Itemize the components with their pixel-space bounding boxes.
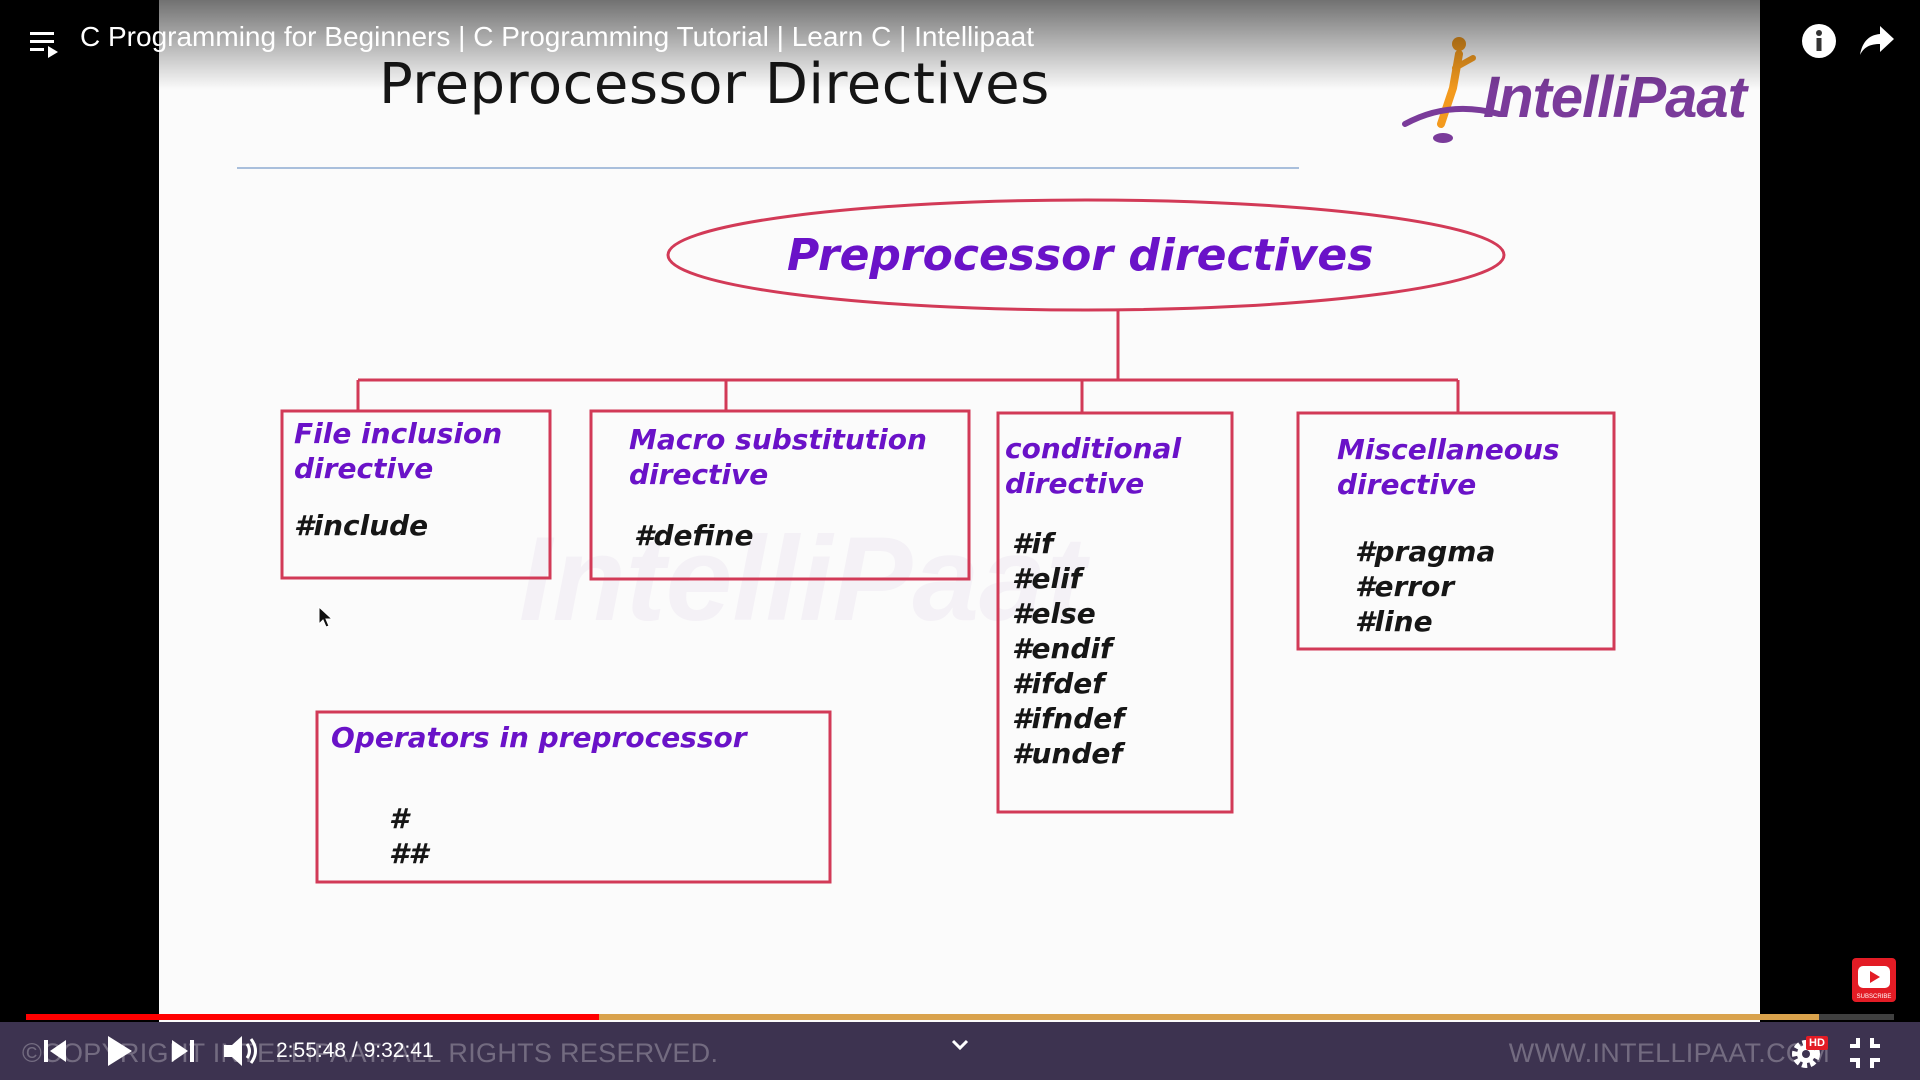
website-watermark: WWW.INTELLIPAAT.COM xyxy=(1508,1038,1830,1068)
directive-item: #endif xyxy=(1012,632,1113,665)
directive-item: #error xyxy=(1355,570,1455,603)
directive-item: #ifndef xyxy=(1012,702,1125,735)
file-inclusion-heading: File inclusion directive xyxy=(294,416,502,486)
conditional-heading: conditional directive xyxy=(1005,431,1181,501)
share-icon[interactable] xyxy=(1858,24,1896,58)
directive-item: #if xyxy=(1012,527,1054,560)
slide: Preprocessor Directives IntelliPaat Inte… xyxy=(159,0,1760,1022)
video-title[interactable]: C Programming for Beginners | C Programm… xyxy=(80,21,1034,53)
macro-items: #define xyxy=(634,518,753,553)
misc-heading: Miscellaneous directive xyxy=(1337,432,1560,502)
directive-item: #pragma xyxy=(1355,535,1496,568)
playlist-icon[interactable] xyxy=(28,28,60,58)
directive-item: #define xyxy=(634,519,754,552)
heading-line: directive xyxy=(1337,468,1477,501)
heading-line: Operators in preprocessor xyxy=(331,721,747,754)
heading-line: Miscellaneous xyxy=(1337,433,1560,466)
subscribe-label: SUBSCRIBE xyxy=(1856,994,1892,1000)
next-icon[interactable] xyxy=(168,1038,196,1064)
directive-item: #undef xyxy=(1012,737,1123,770)
play-icon[interactable] xyxy=(106,1034,134,1068)
heading-line: directive xyxy=(294,452,434,485)
macro-heading: Macro substitution directive xyxy=(629,422,927,492)
directive-item: #ifdef xyxy=(1012,667,1105,700)
heading-line: File inclusion xyxy=(294,417,503,450)
root-label: Preprocessor directives xyxy=(787,230,1374,281)
subscribe-icon[interactable]: SUBSCRIBE xyxy=(1852,958,1896,1002)
heading-line: conditional xyxy=(1005,432,1182,465)
mouse-cursor-icon xyxy=(318,606,334,628)
operators-items: # ## xyxy=(389,801,428,871)
volume-icon[interactable] xyxy=(222,1034,262,1068)
heading-line: directive xyxy=(1005,467,1145,500)
directive-item: #include xyxy=(294,509,429,542)
hd-badge: HD xyxy=(1806,1036,1828,1050)
operators-heading: Operators in preprocessor xyxy=(331,720,747,755)
operator-item: ## xyxy=(389,837,428,870)
heading-line: Macro substitution xyxy=(629,423,927,456)
video-player[interactable]: Preprocessor Directives IntelliPaat Inte… xyxy=(0,0,1920,1080)
misc-items: #pragma #error #line xyxy=(1355,534,1495,639)
file-inclusion-items: #include xyxy=(294,508,428,543)
directive-item: #else xyxy=(1012,597,1096,630)
heading-line: directive xyxy=(629,458,769,491)
time-separator: / xyxy=(351,1039,364,1062)
conditional-items: #if #elif #else #endif #ifdef #ifndef #u… xyxy=(1012,526,1124,771)
progress-played xyxy=(26,1014,600,1020)
info-icon[interactable] xyxy=(1800,22,1838,60)
progress-bar[interactable] xyxy=(26,1014,1894,1020)
directive-item: #elif xyxy=(1012,562,1082,595)
previous-icon[interactable] xyxy=(42,1038,70,1064)
operator-item: # xyxy=(389,802,409,835)
time-display: 2:55:48 / 9:32:41 xyxy=(276,1039,434,1063)
total-time: 9:32:41 xyxy=(363,1039,434,1062)
chevron-down-icon[interactable] xyxy=(950,1038,970,1052)
exit-fullscreen-icon[interactable] xyxy=(1848,1036,1882,1070)
directive-item: #line xyxy=(1355,605,1433,638)
current-time: 2:55:48 xyxy=(276,1039,347,1062)
